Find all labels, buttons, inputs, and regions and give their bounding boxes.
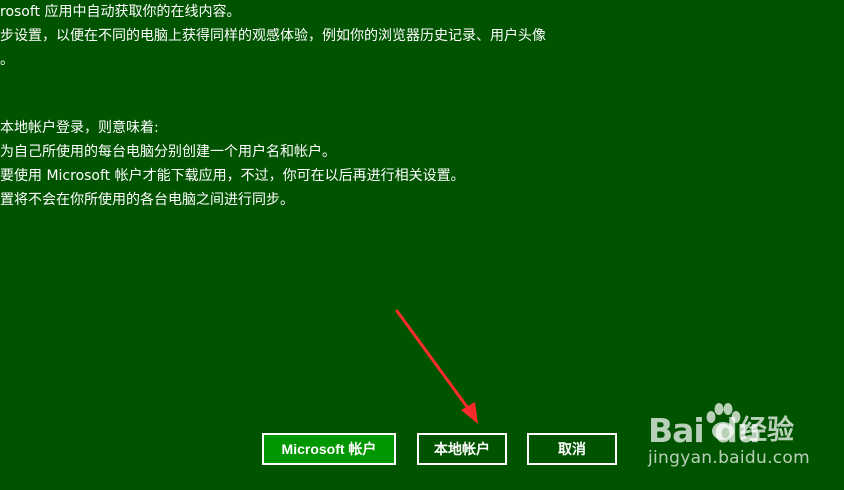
watermark-url: jingyan.baidu.com <box>648 448 810 468</box>
description-line: 要使用 Microsoft 帐户才能下载应用，不过，你可在以后再进行相关设置。 <box>0 168 465 184</box>
sync-description: rosoft 应用中自动获取你的在线内容。 步设置，以便在不同的电脑上获得同样的… <box>0 0 546 72</box>
local-account-button-label: 本地帐户 <box>434 441 490 457</box>
description-line: 。 <box>0 52 14 68</box>
microsoft-account-button-label: Microsoft 帐户 <box>281 441 377 457</box>
baidu-jingyan-watermark: Bai du 经验 jingyan.baidu.com <box>648 398 838 474</box>
cancel-button-label: 取消 <box>558 441 586 457</box>
description-line: 置将不会在你所使用的各台电脑之间进行同步。 <box>0 192 294 208</box>
description-line: 为自己所使用的每台电脑分别创建一个用户名和帐户。 <box>0 144 336 160</box>
microsoft-account-button[interactable]: Microsoft 帐户 <box>262 433 396 465</box>
local-account-description: 本地帐户登录，则意味着: 为自己所使用的每台电脑分别创建一个用户名和帐户。 要使… <box>0 116 465 212</box>
description-line: 本地帐户登录，则意味着: <box>0 120 159 136</box>
jingyan-brand-text: 经验 <box>740 415 794 446</box>
local-account-button[interactable]: 本地帐户 <box>417 433 507 465</box>
cancel-button[interactable]: 取消 <box>527 433 617 465</box>
description-line: 步设置，以便在不同的电脑上获得同样的观感体验，例如你的浏览器历史记录、用户头像 <box>0 28 546 44</box>
paw-icon <box>706 403 741 440</box>
description-line: rosoft 应用中自动获取你的在线内容。 <box>0 4 241 20</box>
